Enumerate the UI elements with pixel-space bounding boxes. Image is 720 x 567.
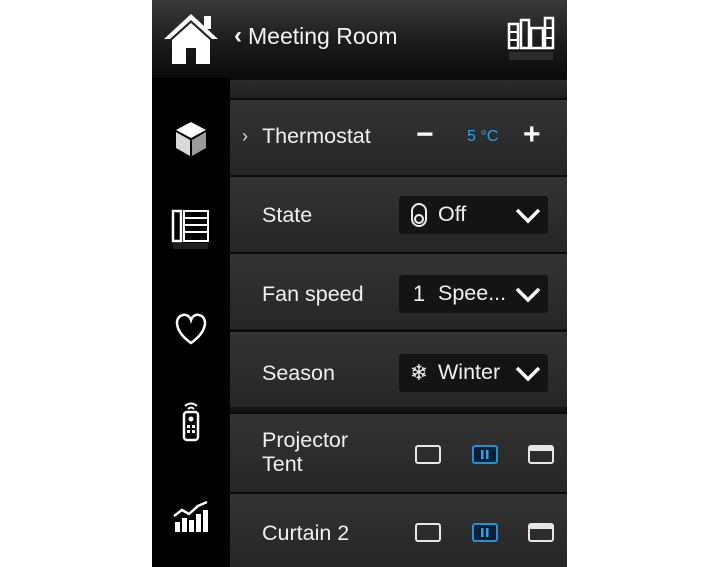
closed-shade-icon (530, 447, 552, 451)
projector-tent-label-line1: Projector (262, 428, 349, 452)
state-label: State (262, 203, 313, 227)
snowflake-icon: ❄ (409, 360, 429, 385)
season-label: Season (262, 361, 335, 385)
chevron-down-icon (515, 208, 541, 224)
open-button[interactable] (415, 523, 441, 542)
thermostat-row: › Thermostat − 5 °C + (230, 98, 567, 175)
stop-button[interactable] (472, 445, 498, 464)
list-header-strip (230, 78, 567, 98)
temperature-value: 5 °C (467, 128, 499, 145)
season-value: Winter (438, 360, 501, 384)
controls-list: › Thermostat − 5 °C + State Off Fan spee… (230, 78, 567, 567)
app-window: ‹ Meeting Room › Thermostat − 5 °C + Sta… (152, 0, 567, 567)
thermostat-label: Thermostat (262, 124, 371, 148)
chevron-down-icon (515, 366, 541, 382)
curtain-2-label: Curtain 2 (262, 521, 350, 545)
cube-icon[interactable] (168, 116, 214, 162)
state-dropdown[interactable]: Off (399, 196, 548, 234)
home-icon[interactable] (162, 12, 220, 66)
fan-speed-row: Fan speed 1 Spee... (230, 252, 567, 329)
decrease-temperature-button[interactable]: − (416, 118, 434, 152)
expand-chevron-icon[interactable]: › (242, 126, 248, 147)
remote-icon[interactable] (168, 398, 214, 444)
fan-speed-value: Spee... (438, 281, 507, 305)
projector-tent-label-line2: Tent (262, 452, 303, 476)
room-title[interactable]: ‹ Meeting Room (234, 22, 398, 50)
projector-tent-row: Projector Tent (230, 412, 567, 492)
chevron-down-icon (515, 287, 541, 303)
stop-button[interactable] (472, 523, 498, 542)
pause-icon (481, 528, 489, 537)
heart-icon[interactable] (168, 306, 214, 352)
room-title-text: Meeting Room (248, 22, 398, 49)
season-dropdown[interactable]: ❄ Winter (399, 354, 548, 392)
list-icon[interactable] (168, 206, 214, 252)
close-button[interactable] (528, 523, 554, 542)
top-bar: ‹ Meeting Room (152, 0, 567, 78)
curtain-2-row: Curtain 2 (230, 492, 567, 567)
open-button[interactable] (415, 445, 441, 464)
speed-level-icon: 1 (412, 281, 426, 306)
power-toggle-icon (407, 200, 431, 230)
rooms-grid-icon[interactable] (507, 14, 555, 64)
state-row: State Off (230, 175, 567, 252)
sidebar (152, 78, 230, 567)
state-value: Off (438, 202, 467, 226)
fan-speed-label: Fan speed (262, 282, 364, 306)
back-chevron-icon[interactable]: ‹ (234, 22, 242, 50)
pause-icon (481, 450, 489, 459)
chart-icon[interactable] (168, 493, 214, 539)
closed-shade-icon (530, 525, 552, 529)
fan-speed-dropdown[interactable]: 1 Spee... (399, 275, 548, 313)
close-button[interactable] (528, 445, 554, 464)
increase-temperature-button[interactable]: + (523, 118, 541, 152)
season-row: Season ❄ Winter (230, 330, 567, 407)
